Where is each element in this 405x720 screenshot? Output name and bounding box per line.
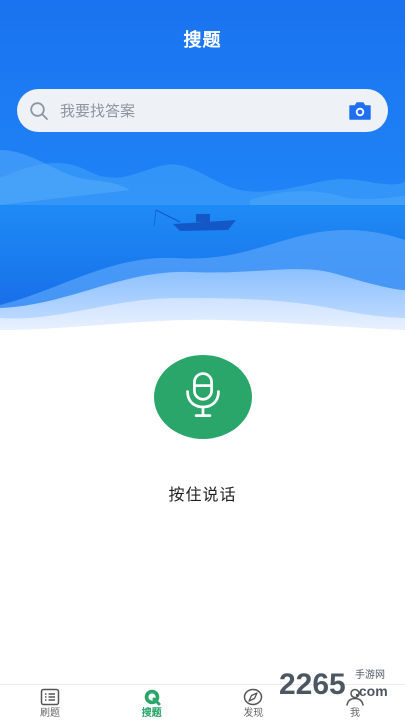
search-bar[interactable] xyxy=(17,89,388,132)
search-icon xyxy=(29,101,49,121)
bottom-tab-bar: 刷题 搜题 发现 我 xyxy=(0,684,405,720)
tab-label: 搜题 xyxy=(141,708,162,719)
tab-label: 刷题 xyxy=(40,708,60,719)
watermark-brand: 手游网 xyxy=(355,668,385,681)
compass-icon xyxy=(243,688,263,706)
search-input[interactable] xyxy=(60,101,348,120)
hero-banner: 搜题 xyxy=(0,0,405,340)
tab-label: 发现 xyxy=(243,708,264,719)
mic-button[interactable] xyxy=(153,355,252,439)
microphone-icon xyxy=(184,371,222,423)
page-title: 搜题 xyxy=(183,30,222,51)
hold-to-talk-label: 按住说话 xyxy=(168,485,237,504)
tab-me[interactable]: 我 xyxy=(305,685,405,720)
tab-discover[interactable]: 发现 xyxy=(203,685,303,720)
search-q-icon xyxy=(142,688,162,706)
tab-search[interactable]: 搜题 xyxy=(102,685,202,720)
list-icon xyxy=(40,688,60,706)
tab-practice[interactable]: 刷题 xyxy=(0,685,100,720)
camera-icon[interactable] xyxy=(348,101,372,121)
tab-label: 我 xyxy=(349,708,360,719)
voice-input-section: 按住说话 xyxy=(0,355,405,505)
user-icon xyxy=(345,688,365,706)
